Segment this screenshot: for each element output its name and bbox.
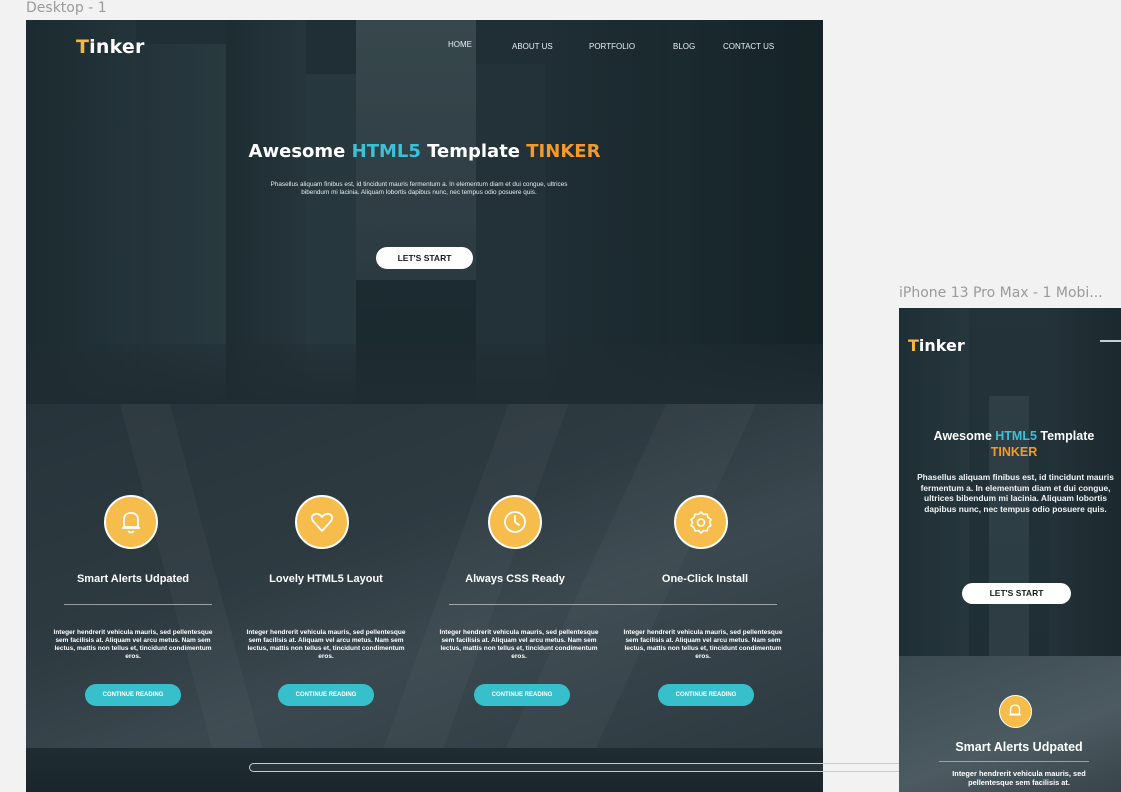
feature-title: Lovely HTML5 Layout xyxy=(269,573,383,585)
clock-icon xyxy=(488,495,542,549)
mobile-feature-divider xyxy=(939,761,1089,762)
feature-text: Integer hendrerit vehicula mauris, sed p… xyxy=(53,629,213,660)
feature-card: Smart Alerts Udpated Integer hendrerit v… xyxy=(33,404,233,748)
nav-item-blog[interactable]: BLOG xyxy=(673,42,695,51)
nav-item-contact-us[interactable]: CONTACT US xyxy=(723,42,774,51)
continue-reading-button[interactable]: CONTINUE READING xyxy=(658,684,754,706)
continue-reading-button[interactable]: CONTINUE READING xyxy=(85,684,181,706)
hero-title-html5: HTML5 xyxy=(351,141,421,162)
feature-text: Integer hendrerit vehicula mauris, sed p… xyxy=(439,629,599,660)
hero-title: Awesome HTML5 Template TINKER xyxy=(26,141,823,162)
mobile-feature-card: Smart Alerts Udpated Integer hendrerit v… xyxy=(899,656,1121,792)
feature-text: Integer hendrerit vehicula mauris, sed p… xyxy=(246,629,406,660)
hero-subtitle: Phasellus aliquam finibus est, id tincid… xyxy=(270,181,568,196)
feature-text: Integer hendrerit vehicula mauris, sed p… xyxy=(623,629,783,660)
menu-bar xyxy=(1100,340,1121,342)
mobile-lets-start-button[interactable]: LET'S START xyxy=(962,583,1071,604)
nav-item-portfolio[interactable]: PORTFOLIO xyxy=(589,42,635,51)
mobile-title-tinker: TINKER xyxy=(990,445,1038,459)
desktop-frame-label: Desktop - 1 xyxy=(26,0,107,16)
mobile-hero-section: Tinker Awesome HTML5 Template TINKER Phas… xyxy=(899,308,1121,656)
feature-title: Smart Alerts Udpated xyxy=(76,573,190,585)
nav-item-home[interactable]: HOME xyxy=(448,40,472,49)
mobile-title-text: Awesome xyxy=(933,429,996,443)
continue-reading-button[interactable]: CONTINUE READING xyxy=(474,684,570,706)
hamburger-menu-icon[interactable] xyxy=(1100,340,1121,358)
hero-title-text: Template xyxy=(420,141,527,162)
mobile-brand-logo[interactable]: Tinker xyxy=(908,336,965,355)
feature-divider xyxy=(64,604,212,605)
feature-title: Always CSS Ready xyxy=(465,573,565,585)
feature-title: One-Click Install xyxy=(661,573,749,585)
bell-icon xyxy=(104,495,158,549)
mobile-frame-label: iPhone 13 Pro Max - 1 Mobi... xyxy=(899,285,1103,301)
mobile-title-html5: HTML5 xyxy=(995,429,1037,443)
nav-item-about-us[interactable]: ABOUT US xyxy=(512,42,553,51)
desktop-frame: Tinker HOME ABOUT US PORTFOLIO BLOG CONT… xyxy=(26,20,823,792)
gear-icon xyxy=(674,495,728,549)
logo-rest: inker xyxy=(918,336,965,355)
hero-section: Tinker HOME ABOUT US PORTFOLIO BLOG CONT… xyxy=(26,20,823,404)
lets-start-button[interactable]: LET'S START xyxy=(376,247,473,269)
features-section: Smart Alerts Udpated Integer hendrerit v… xyxy=(26,404,823,748)
mobile-hero-subtitle: Phasellus aliquam finibus est, id tincid… xyxy=(917,472,1114,514)
mobile-frame: Tinker Awesome HTML5 Template TINKER Phas… xyxy=(899,308,1121,792)
hero-title-text: Awesome xyxy=(248,141,352,162)
heart-icon xyxy=(295,495,349,549)
main-nav: HOME ABOUT US PORTFOLIO BLOG CONTACT US xyxy=(26,40,823,56)
feature-card: Lovely HTML5 Layout Integer hendrerit ve… xyxy=(226,404,426,748)
feature-card: One-Click Install Integer hendrerit vehi… xyxy=(605,404,805,748)
hero-title-tinker: TINKER xyxy=(526,141,601,162)
mobile-hero-title: Awesome HTML5 Template TINKER xyxy=(909,428,1119,460)
bell-icon xyxy=(999,695,1032,728)
mobile-title-text: Template xyxy=(1036,429,1095,443)
logo-initial: T xyxy=(908,336,919,355)
hero-overlay xyxy=(26,20,823,404)
mobile-feature-title: Smart Alerts Udpated xyxy=(955,740,1083,754)
feature-card: Always CSS Ready Integer hendrerit vehic… xyxy=(415,404,777,748)
continue-reading-button[interactable]: CONTINUE READING xyxy=(278,684,374,706)
mobile-feature-text: Integer hendrerit vehicula mauris, sed p… xyxy=(952,769,1086,787)
